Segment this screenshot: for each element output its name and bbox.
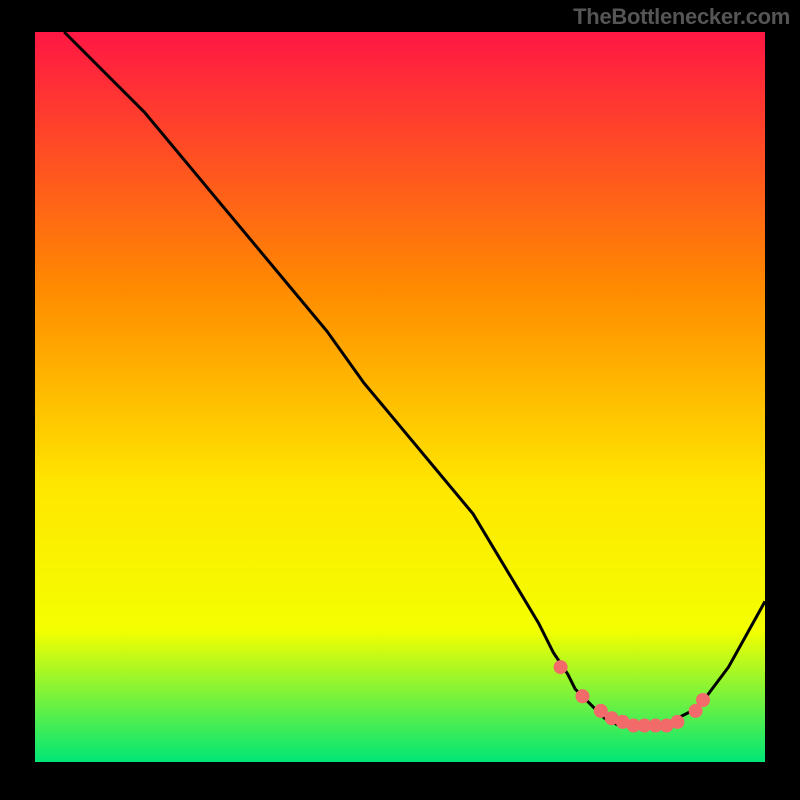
chart-frame: TheBottlenecker.com <box>0 0 800 800</box>
gradient-background <box>35 32 765 762</box>
chart-svg <box>35 32 765 762</box>
watermark-text: TheBottlenecker.com <box>573 4 790 30</box>
highlight-dot <box>696 693 710 707</box>
highlight-dot <box>670 715 684 729</box>
highlight-dot <box>554 660 568 674</box>
highlight-dot <box>576 689 590 703</box>
chart-plot-area <box>35 32 765 762</box>
